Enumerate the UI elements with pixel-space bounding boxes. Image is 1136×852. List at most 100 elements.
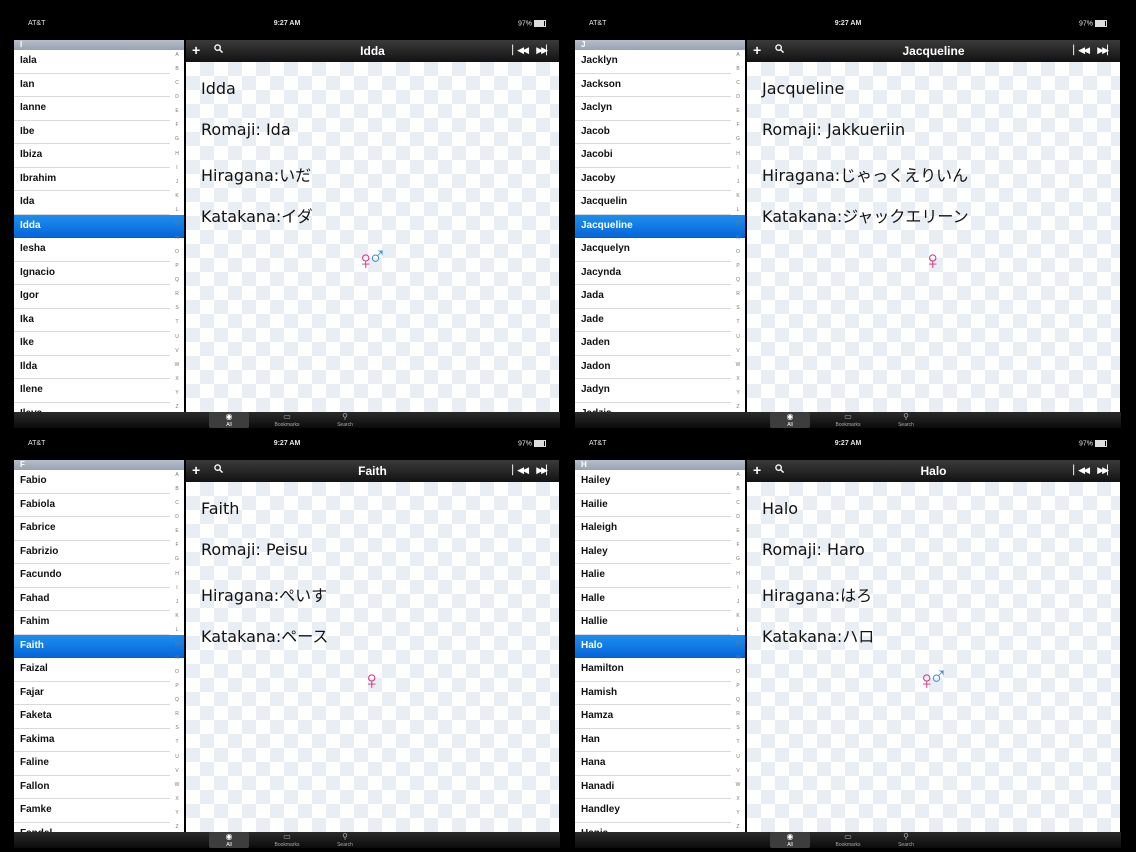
- index-letter[interactable]: R: [733, 291, 743, 297]
- index-letter[interactable]: L: [172, 627, 182, 633]
- index-letter[interactable]: B: [733, 486, 743, 492]
- index-letter[interactable]: I: [172, 585, 182, 591]
- index-letter[interactable]: K: [733, 193, 743, 199]
- name-list[interactable]: I Iala Ian Ianne Ibe Ibiza Ibrahim Ida Idda Iesh…: [14, 40, 184, 412]
- list-item[interactable]: Ike: [14, 332, 170, 356]
- list-item[interactable]: Ileva: [14, 403, 170, 413]
- list-item[interactable]: Ida: [14, 191, 170, 215]
- index-letter[interactable]: P: [172, 683, 182, 689]
- index-letter[interactable]: A: [172, 52, 182, 58]
- index-letter[interactable]: N: [733, 235, 743, 241]
- index-letter[interactable]: Y: [172, 390, 182, 396]
- index-letter[interactable]: H: [172, 571, 182, 577]
- index-letter[interactable]: N: [172, 235, 182, 241]
- index-letter[interactable]: H: [172, 151, 182, 157]
- index-letter[interactable]: W: [733, 362, 743, 368]
- index-letter[interactable]: T: [733, 319, 743, 325]
- list-item[interactable]: Fandel: [14, 823, 170, 833]
- name-list[interactable]: J Jacklyn Jackson Jaclyn Jacob Jacobi Jacoby J…: [575, 40, 745, 412]
- skip-forward-icon[interactable]: ▶▶▏: [1097, 465, 1114, 476]
- index-letter[interactable]: Y: [733, 810, 743, 816]
- tab-bookmarks[interactable]: ▭ Bookmarks: [828, 412, 868, 428]
- skip-forward-icon[interactable]: ▶▶▏: [536, 465, 553, 476]
- index-letter[interactable]: X: [172, 376, 182, 382]
- list-item[interactable]: Faline: [14, 752, 170, 776]
- index-letter[interactable]: S: [733, 305, 743, 311]
- list-item[interactable]: Ilda: [14, 356, 170, 379]
- index-letter[interactable]: I: [733, 585, 743, 591]
- list-item[interactable]: Iesha: [14, 238, 170, 262]
- index-letter[interactable]: A: [733, 472, 743, 478]
- list-item-selected[interactable]: Faith: [14, 634, 184, 658]
- alphabet-index[interactable]: A B C D E F G H I J K L M N O P Q R S T U V W X Y Z: [172, 472, 182, 830]
- index-letter[interactable]: Z: [733, 824, 743, 830]
- index-letter[interactable]: D: [172, 94, 182, 100]
- index-letter[interactable]: X: [733, 796, 743, 802]
- list-item[interactable]: Haleigh: [575, 517, 731, 541]
- index-letter[interactable]: F: [172, 122, 182, 128]
- index-letter[interactable]: C: [172, 80, 182, 86]
- list-item[interactable]: Fahim: [14, 611, 170, 635]
- skip-back-icon[interactable]: ▏◀◀: [512, 45, 529, 56]
- index-letter[interactable]: G: [172, 556, 182, 562]
- index-letter[interactable]: O: [733, 249, 743, 255]
- index-letter[interactable]: P: [733, 263, 743, 269]
- list-item[interactable]: Fakima: [14, 729, 170, 752]
- index-letter[interactable]: C: [172, 500, 182, 506]
- index-letter[interactable]: B: [172, 66, 182, 72]
- index-letter[interactable]: M: [733, 221, 743, 227]
- index-letter[interactable]: M: [733, 641, 743, 647]
- tab-all[interactable]: ◉ All: [770, 832, 810, 848]
- list-item[interactable]: Fajar: [14, 682, 170, 705]
- list-item[interactable]: Ilene: [14, 379, 170, 403]
- index-letter[interactable]: G: [733, 136, 743, 142]
- list-item[interactable]: Faketa: [14, 705, 170, 729]
- list-item[interactable]: Hallie: [575, 611, 731, 635]
- list-item[interactable]: Ibe: [14, 121, 170, 144]
- index-letter[interactable]: M: [172, 221, 182, 227]
- list-item[interactable]: Jaclyn: [575, 97, 731, 121]
- index-letter[interactable]: D: [733, 94, 743, 100]
- tab-all[interactable]: ◉ All: [209, 832, 249, 848]
- index-letter[interactable]: H: [733, 571, 743, 577]
- list-item[interactable]: Fallon: [14, 776, 170, 799]
- index-letter[interactable]: J: [172, 599, 182, 605]
- index-letter[interactable]: W: [733, 782, 743, 788]
- index-letter[interactable]: X: [172, 796, 182, 802]
- index-letter[interactable]: A: [733, 52, 743, 58]
- list-item[interactable]: Jacquelyn: [575, 238, 731, 262]
- list-item[interactable]: Fabrice: [14, 517, 170, 541]
- list-item[interactable]: Jada: [575, 285, 731, 309]
- index-letter[interactable]: C: [733, 500, 743, 506]
- index-letter[interactable]: G: [733, 556, 743, 562]
- index-letter[interactable]: Q: [733, 277, 743, 283]
- index-letter[interactable]: V: [172, 348, 182, 354]
- name-list[interactable]: F Fabio Fabiola Fabrice Fabrizio Facundo Faha…: [14, 460, 184, 832]
- index-letter[interactable]: H: [733, 151, 743, 157]
- list-item[interactable]: Famke: [14, 799, 170, 823]
- index-letter[interactable]: J: [733, 179, 743, 185]
- index-letter[interactable]: U: [172, 334, 182, 340]
- index-letter[interactable]: T: [172, 739, 182, 745]
- tab-all[interactable]: ◉ All: [770, 412, 810, 428]
- index-letter[interactable]: Y: [172, 810, 182, 816]
- list-item[interactable]: Hailie: [575, 494, 731, 517]
- index-letter[interactable]: O: [172, 249, 182, 255]
- index-letter[interactable]: S: [733, 725, 743, 731]
- index-letter[interactable]: Q: [733, 697, 743, 703]
- list-item[interactable]: Hania: [575, 823, 731, 833]
- index-letter[interactable]: P: [733, 683, 743, 689]
- list-item[interactable]: Jadyn: [575, 379, 731, 403]
- tab-search[interactable]: ⚲ Search: [886, 412, 926, 428]
- tab-bookmarks[interactable]: ▭ Bookmarks: [267, 832, 307, 848]
- index-letter[interactable]: K: [733, 613, 743, 619]
- name-list[interactable]: H Hailey Hailie Haleigh Haley Halie Halle Hall…: [575, 460, 745, 832]
- tab-search[interactable]: ⚲ Search: [886, 832, 926, 848]
- list-item[interactable]: Iala: [14, 50, 170, 74]
- skip-back-icon[interactable]: ▏◀◀: [512, 465, 529, 476]
- list-item[interactable]: Faizal: [14, 658, 170, 682]
- index-letter[interactable]: R: [172, 711, 182, 717]
- index-letter[interactable]: E: [172, 108, 182, 114]
- index-letter[interactable]: O: [172, 669, 182, 675]
- index-letter[interactable]: O: [733, 669, 743, 675]
